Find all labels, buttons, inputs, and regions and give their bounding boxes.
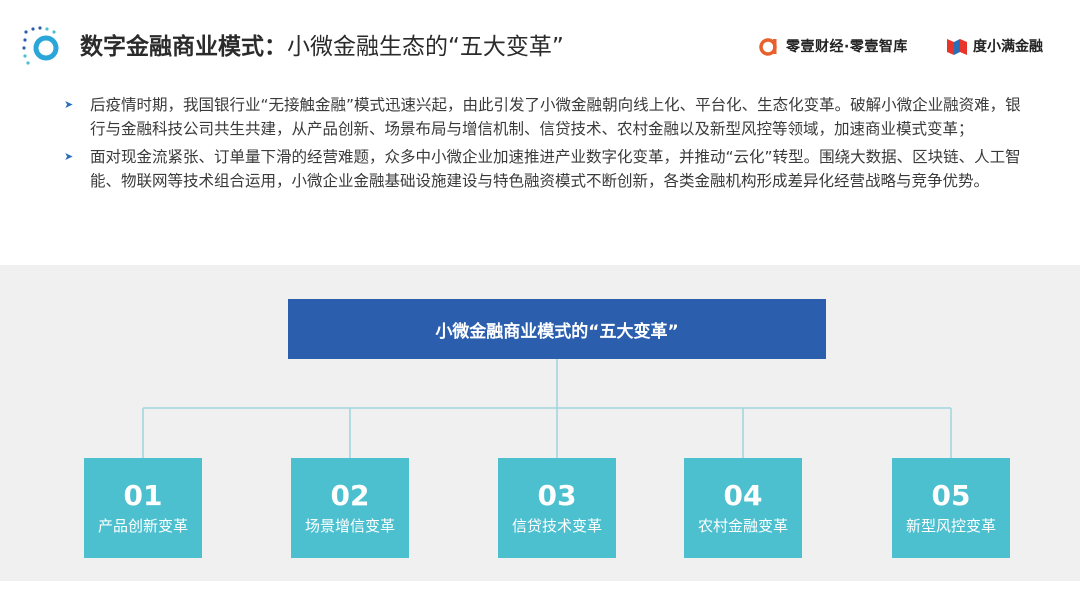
child-label: 场景增信变革	[304, 517, 395, 535]
diagram-child-box-04: 04 农村金融变革	[684, 458, 802, 558]
bullet-item: ➤ 后疫情时期，我国银行业“无接触金融”模式迅速兴起，由此引发了小微金融朝向线上…	[62, 93, 1022, 141]
brand-duxiaoman: 度小满金融	[946, 34, 1043, 58]
diagram-root-box: 小微金融商业模式的“五大变革”	[288, 299, 826, 359]
child-number: 05	[931, 479, 971, 512]
bullet-text: 面对现金流紧张、订单量下滑的经营难题，众多中小微企业加速推进产业数字化变革，并推…	[90, 148, 1021, 190]
diagram-child-box-05: 05 新型风控变革	[892, 458, 1010, 558]
child-label: 新型风控变革	[905, 517, 996, 535]
title-logo-icon	[22, 26, 59, 65]
page-title-bold: 数字金融商业模式：	[80, 34, 287, 60]
child-label: 信贷技术变革	[511, 517, 602, 535]
bullet-list: ➤ 后疫情时期，我国银行业“无接触金融”模式迅速兴起，由此引发了小微金融朝向线上…	[62, 93, 1022, 197]
page-title-light: 小微金融生态的“五大变革”	[287, 34, 564, 60]
page-title: 数字金融商业模式：小微金融生态的“五大变革”	[80, 30, 564, 64]
brand-lingyi-text: 零壹财经·零壹智库	[786, 39, 908, 55]
child-number: 01	[123, 479, 163, 512]
child-number: 02	[330, 479, 370, 512]
duxiaoman-logo-icon	[947, 39, 967, 55]
diagram-child-box-01: 01 产品创新变革	[84, 458, 202, 558]
arrow-bullet-icon: ➤	[64, 150, 74, 163]
lingyi-logo-icon	[759, 38, 777, 56]
diagram-panel: 小微金融商业模式的“五大变革” 01 产品创新变革 02 场景增信变革 03 信…	[0, 265, 1080, 581]
diagram-child-box-02: 02 场景增信变革	[291, 458, 409, 558]
brand-duxiaoman-text: 度小满金融	[973, 39, 1043, 55]
bullet-text: 后疫情时期，我国银行业“无接触金融”模式迅速兴起，由此引发了小微金融朝向线上化、…	[90, 96, 1021, 138]
child-label: 农村金融变革	[697, 517, 788, 535]
diagram-child-box-03: 03 信贷技术变革	[498, 458, 616, 558]
child-number: 03	[537, 479, 577, 512]
diagram-root-label: 小微金融商业模式的“五大变革”	[435, 321, 679, 342]
child-number: 04	[723, 479, 763, 512]
brand-lingyi: 零壹财经·零壹智库	[758, 34, 908, 58]
child-label: 产品创新变革	[97, 517, 188, 535]
arrow-bullet-icon: ➤	[64, 98, 74, 111]
bullet-item: ➤ 面对现金流紧张、订单量下滑的经营难题，众多中小微企业加速推进产业数字化变革，…	[62, 145, 1022, 193]
